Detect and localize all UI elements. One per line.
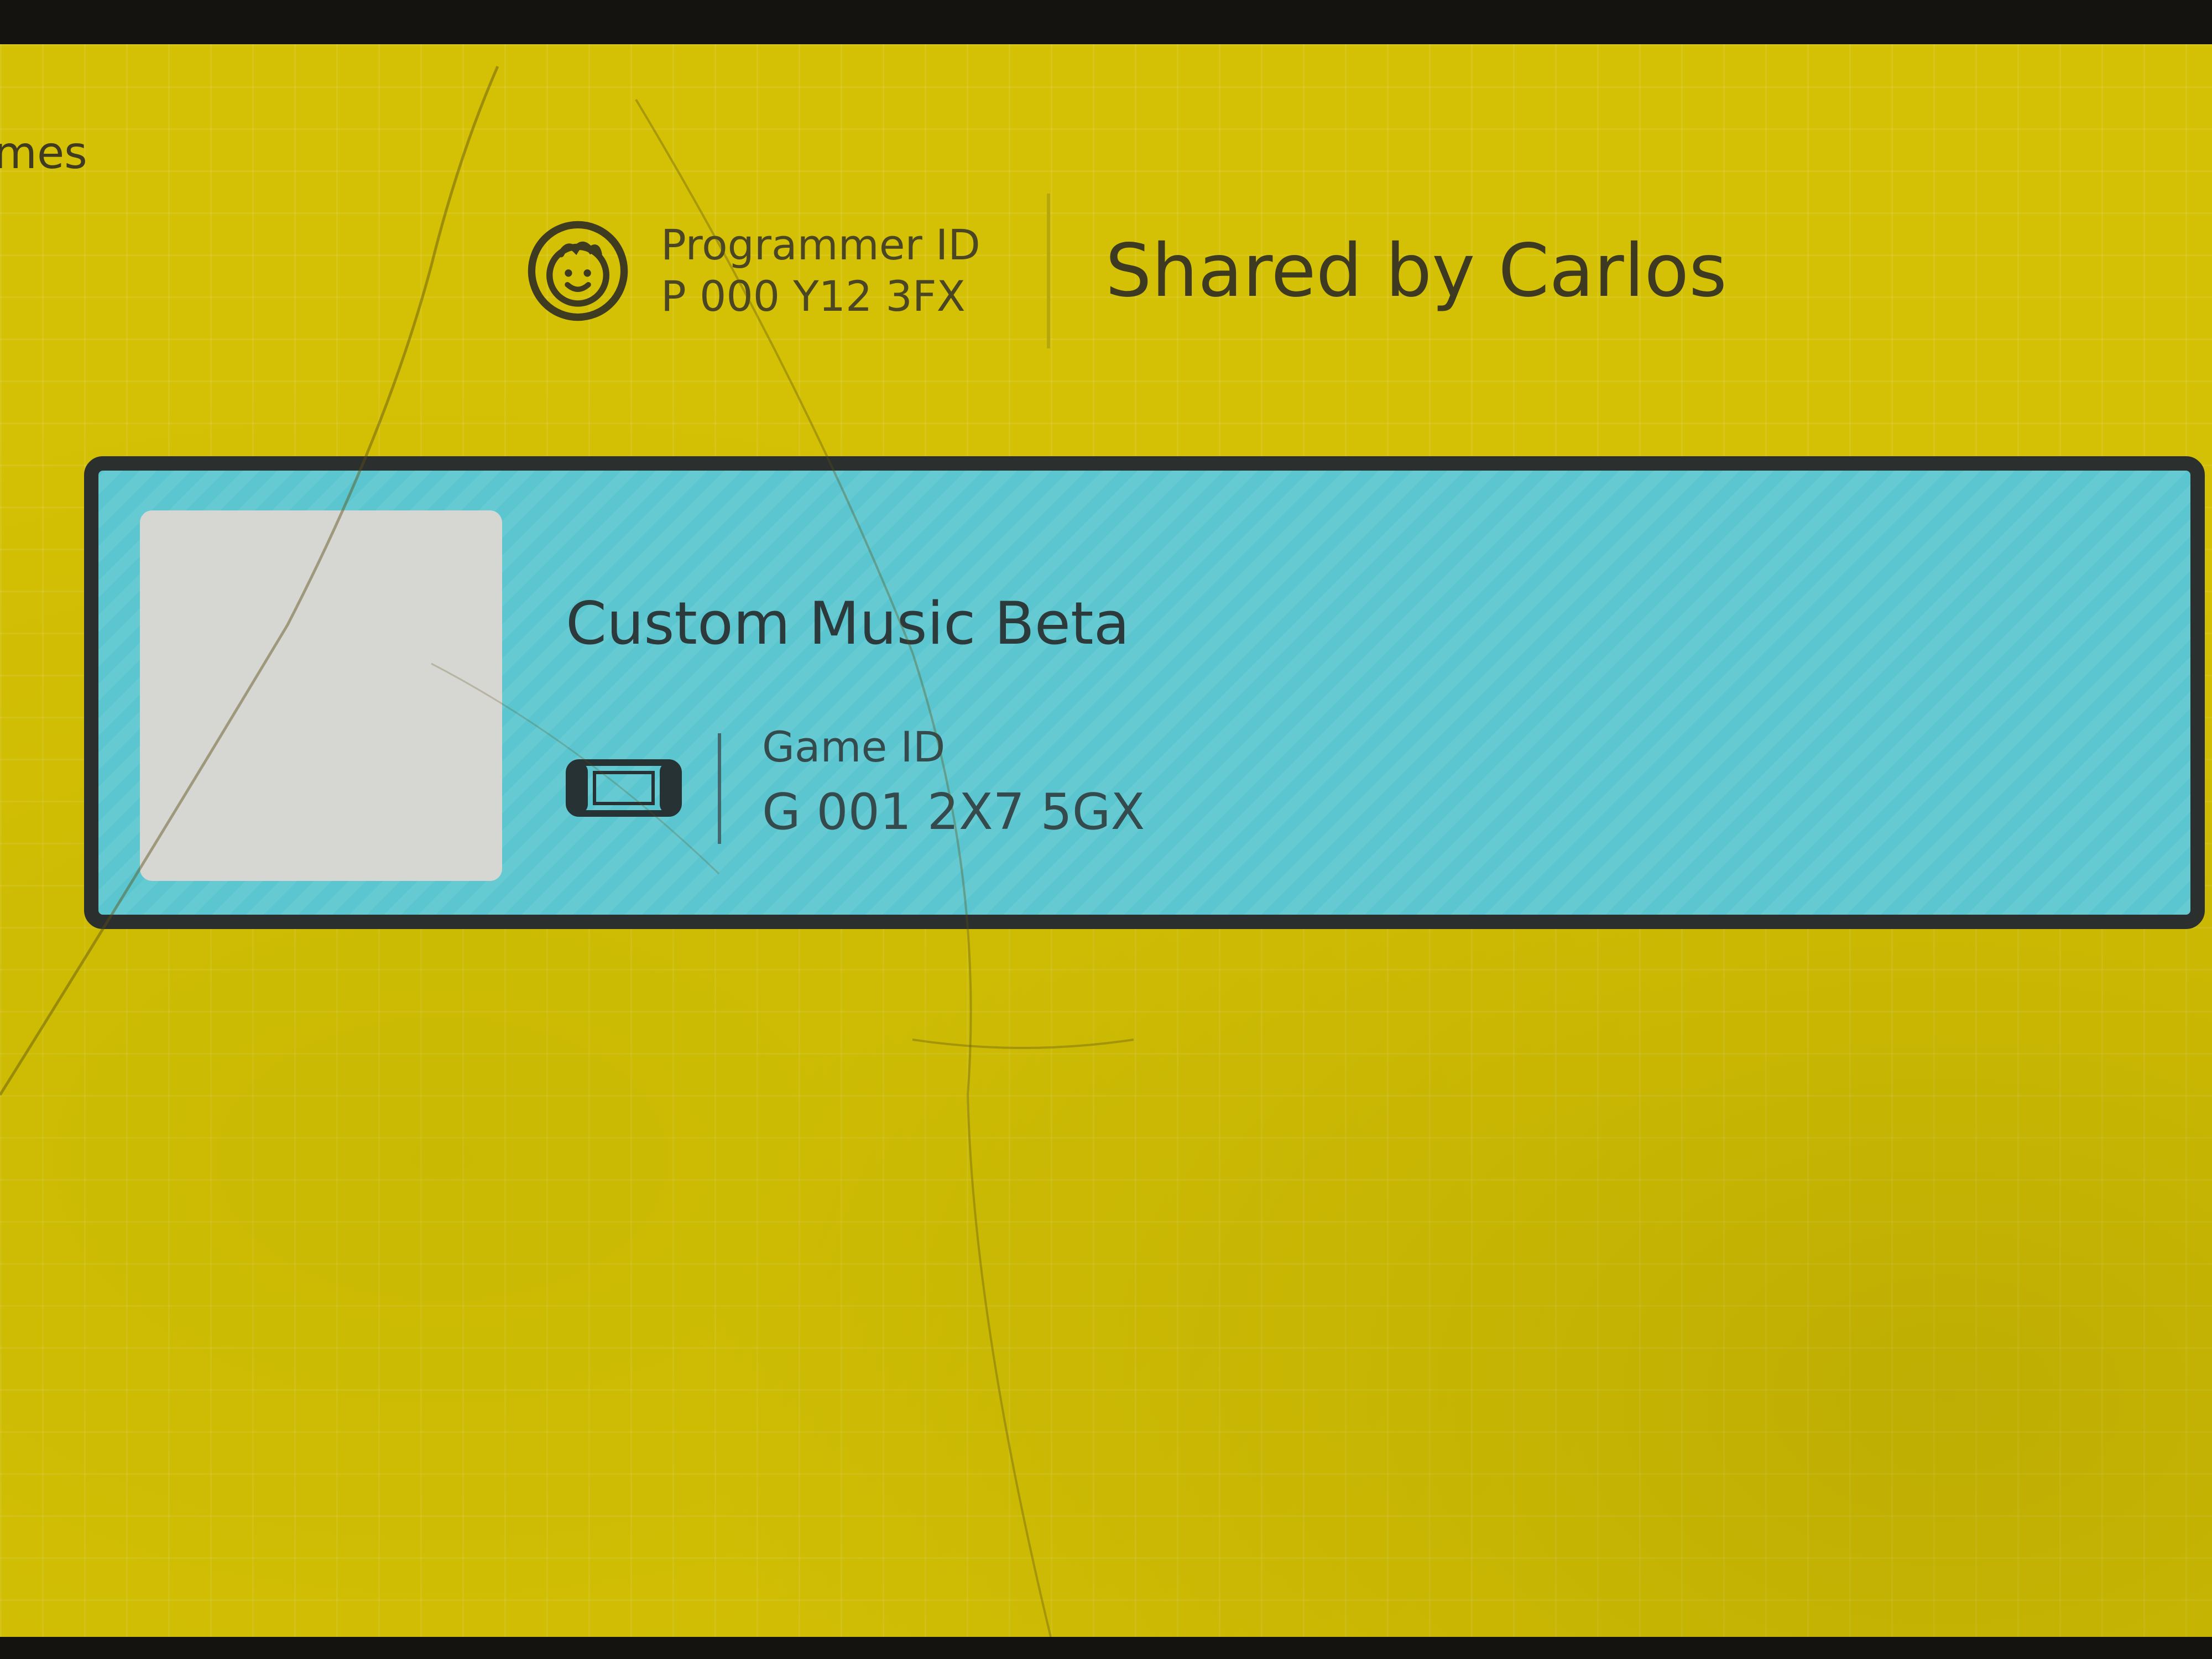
programmer-id-label: Programmer ID (661, 220, 980, 269)
programmer-info: Programmer ID P 000 Y12 3FX (661, 220, 980, 322)
game-thumbnail (140, 510, 502, 881)
handheld-console-icon (566, 759, 682, 817)
programmer-id-value: P 000 Y12 3FX (661, 272, 966, 321)
header-divider (1046, 194, 1050, 348)
back-nav-label[interactable]: ames (0, 127, 87, 179)
game-id-label: Game ID (762, 722, 946, 771)
card-divider (718, 733, 721, 844)
screen: ames Programmer ID P 000 Y12 3FX Shared … (0, 44, 2212, 1637)
game-id-value: G 001 2X7 5GX (762, 783, 1145, 841)
game-card[interactable]: Custom Music Beta Game ID G 001 2X7 5GX (84, 456, 2205, 929)
programmer-header: Programmer ID P 000 Y12 3FX Shared by Ca… (525, 182, 1727, 359)
shared-by-title: Shared by Carlos (1105, 228, 1727, 314)
smiley-face-icon (528, 221, 628, 321)
game-title: Custom Music Beta (566, 589, 1130, 658)
